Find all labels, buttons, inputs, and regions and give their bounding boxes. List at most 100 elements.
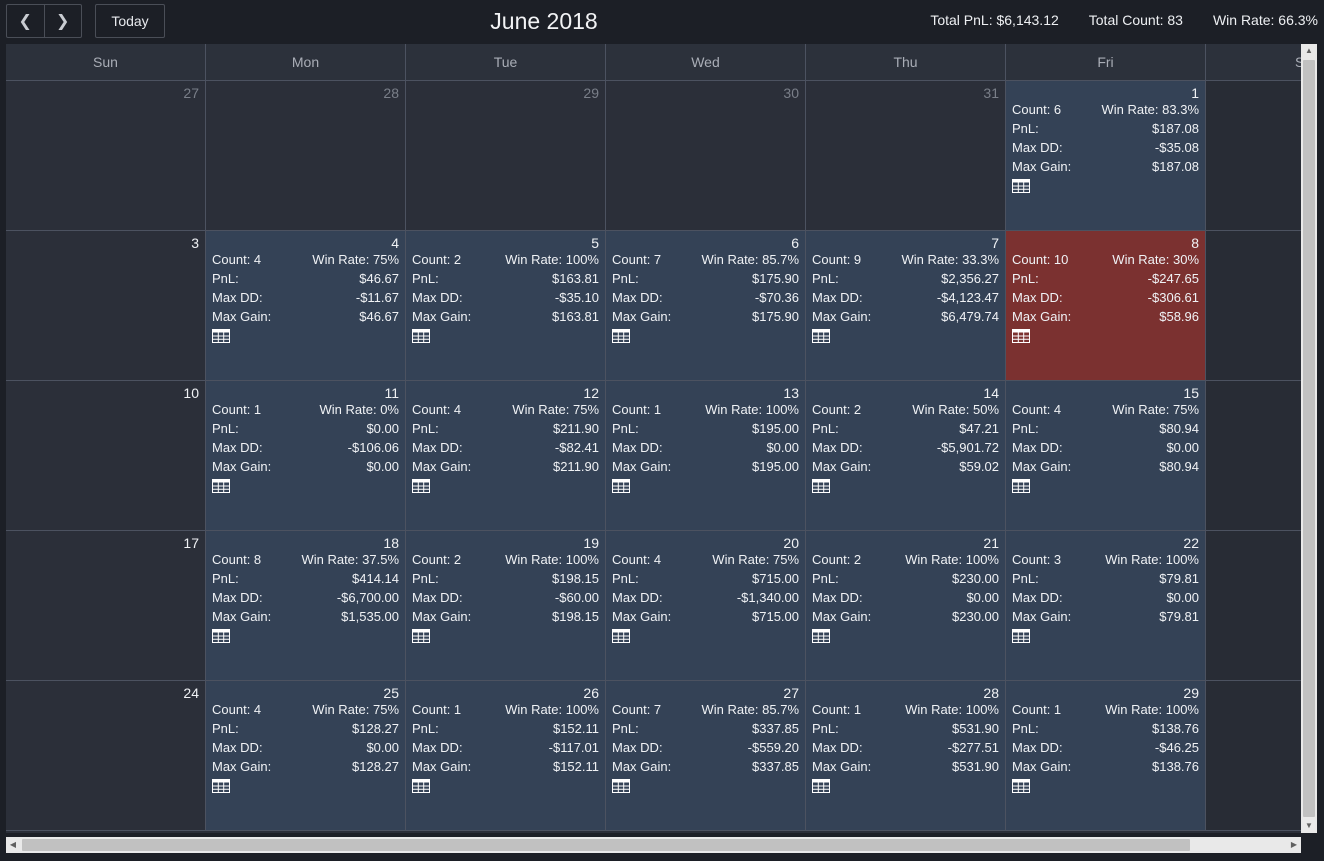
day-cell[interactable]: 3 [6,231,206,381]
day-cell[interactable]: 27 [6,81,206,231]
table-grid-icon[interactable] [212,629,230,646]
day-cell[interactable]: 22 Count: 3 Win Rate: 100% PnL: $79.81 Max DD… [1006,531,1206,681]
table-grid-icon[interactable] [212,329,230,346]
pnl-value: $715.00 [752,571,799,586]
pnl-label: PnL: [1012,721,1039,736]
max-gain-value: $337.85 [752,759,799,774]
table-grid-icon[interactable] [612,479,630,496]
trade-count: Count: 1 [212,402,262,417]
horizontal-scroll-thumb[interactable] [22,839,1190,851]
pnl-value: $2,356.27 [941,271,999,286]
day-cell[interactable]: 8 Count: 10 Win Rate: 30% PnL: -$247.65 Max D… [1006,231,1206,381]
table-grid-icon[interactable] [412,329,430,346]
table-grid-icon[interactable] [812,629,830,646]
horizontal-scrollbar[interactable]: ◀ ▶ [6,837,1301,853]
day-stats: Count: 1 Win Rate: 100% PnL: $138.76 Max DD:… [1012,701,1199,796]
day-number: 27 [783,685,799,701]
day-cell[interactable]: 10 [6,381,206,531]
pnl-value: $163.81 [552,271,599,286]
day-cell[interactable]: 28 [206,81,406,231]
pnl-label: PnL: [812,721,839,736]
day-cell[interactable]: 15 Count: 4 Win Rate: 75% PnL: $80.94 Max DD:… [1006,381,1206,531]
day-cell[interactable]: 31 [806,81,1006,231]
day-cell[interactable]: 14 Count: 2 Win Rate: 50% PnL: $47.21 Max DD:… [806,381,1006,531]
day-cell[interactable] [1206,681,1301,831]
day-cell[interactable]: 12 Count: 4 Win Rate: 75% PnL: $211.90 Max DD… [406,381,606,531]
table-grid-icon[interactable] [1012,479,1030,496]
max-gain-value: $79.81 [1159,609,1199,624]
day-cell[interactable]: 21 Count: 2 Win Rate: 100% PnL: $230.00 Max D… [806,531,1006,681]
next-month-button[interactable]: ❯ [43,5,82,37]
table-grid-icon[interactable] [212,779,230,796]
max-gain-value: $6,479.74 [941,309,999,324]
pnl-value: $80.94 [1159,421,1199,436]
max-gain-value: $230.00 [952,609,999,624]
day-stats: Count: 1 Win Rate: 100% PnL: $531.90 Max DD:… [812,701,999,796]
day-cell[interactable]: 28 Count: 1 Win Rate: 100% PnL: $531.90 Max D… [806,681,1006,831]
vertical-scroll-thumb[interactable] [1303,60,1315,817]
table-grid-icon[interactable] [812,779,830,796]
table-grid-icon[interactable] [212,479,230,496]
day-number: 4 [391,235,399,251]
day-cell[interactable]: 4 Count: 4 Win Rate: 75% PnL: $46.67 Max DD: -… [206,231,406,381]
day-cell[interactable] [1206,531,1301,681]
max-gain-label: Max Gain: [1012,759,1072,774]
win-rate: Win Rate: 66.3% [1212,12,1318,28]
day-cell[interactable]: 18 Count: 8 Win Rate: 37.5% PnL: $414.14 Max … [206,531,406,681]
table-grid-icon[interactable] [612,629,630,646]
day-cell[interactable]: 30 [606,81,806,231]
max-gain-label: Max Gain: [412,459,472,474]
table-grid-icon[interactable] [412,479,430,496]
arrow-down-icon[interactable]: ▼ [1301,819,1317,833]
day-cell[interactable]: 6 Count: 7 Win Rate: 85.7% PnL: $175.90 Max D… [606,231,806,381]
prev-month-button[interactable]: ❮ [7,5,44,37]
day-win-rate: Win Rate: 100% [1105,702,1199,717]
today-button[interactable]: Today [95,4,165,38]
arrow-right-icon[interactable]: ▶ [1287,837,1301,853]
table-grid-icon[interactable] [612,779,630,796]
pnl-value: $187.08 [1152,121,1199,136]
table-grid-icon[interactable] [412,779,430,796]
weekday-header-row: SunMonTueWedThuFriSat [6,44,1301,81]
max-dd-label: Max DD: [412,290,463,305]
day-cell[interactable]: 17 [6,531,206,681]
day-cell[interactable]: 20 Count: 4 Win Rate: 75% PnL: $715.00 Max DD… [606,531,806,681]
table-grid-icon[interactable] [1012,329,1030,346]
table-grid-icon[interactable] [812,329,830,346]
day-cell[interactable]: 27 Count: 7 Win Rate: 85.7% PnL: $337.85 Max … [606,681,806,831]
day-cell[interactable]: 25 Count: 4 Win Rate: 75% PnL: $128.27 Max DD… [206,681,406,831]
table-grid-icon[interactable] [812,479,830,496]
day-cell[interactable]: 7 Count: 9 Win Rate: 33.3% PnL: $2,356.27 Max… [806,231,1006,381]
pnl-label: PnL: [212,721,239,736]
day-cell[interactable]: 19 Count: 2 Win Rate: 100% PnL: $198.15 Max D… [406,531,606,681]
vertical-scrollbar[interactable]: ▲ ▼ [1301,44,1317,833]
chevron-right-icon: ❯ [56,13,70,30]
day-cell[interactable] [1206,381,1301,531]
day-cell[interactable]: 1 Count: 6 Win Rate: 83.3% PnL: $187.08 Max D… [1006,81,1206,231]
day-cell[interactable]: 29 [406,81,606,231]
table-grid-icon[interactable] [1012,179,1030,196]
day-win-rate: Win Rate: 85.7% [701,252,799,267]
max-dd-label: Max DD: [1012,590,1063,605]
arrow-left-icon[interactable]: ◀ [6,837,20,853]
table-grid-icon[interactable] [412,629,430,646]
total-count: Total Count: 83 [1088,12,1183,28]
day-cell[interactable]: 13 Count: 1 Win Rate: 100% PnL: $195.00 Max D… [606,381,806,531]
day-cell[interactable]: 24 [6,681,206,831]
table-grid-icon[interactable] [1012,779,1030,796]
day-cell[interactable] [1206,231,1301,381]
table-grid-icon[interactable] [612,329,630,346]
max-gain-value: $59.02 [959,459,999,474]
day-cell[interactable]: 26 Count: 1 Win Rate: 100% PnL: $152.11 Max D… [406,681,606,831]
day-stats: Count: 2 Win Rate: 100% PnL: $163.81 Max DD:… [412,251,599,346]
table-grid-icon[interactable] [1012,629,1030,646]
day-number: 29 [583,85,599,101]
day-cell[interactable]: 11 Count: 1 Win Rate: 0% PnL: $0.00 Max DD: -$… [206,381,406,531]
day-win-rate: Win Rate: 0% [319,402,399,417]
day-cell[interactable]: 29 Count: 1 Win Rate: 100% PnL: $138.76 Max D… [1006,681,1206,831]
max-dd-value: -$35.10 [554,290,599,305]
day-cell[interactable]: 5 Count: 2 Win Rate: 100% PnL: $163.81 Max DD… [406,231,606,381]
max-gain-value: $187.08 [1152,159,1199,174]
arrow-up-icon[interactable]: ▲ [1301,44,1317,58]
day-cell[interactable] [1206,81,1301,231]
